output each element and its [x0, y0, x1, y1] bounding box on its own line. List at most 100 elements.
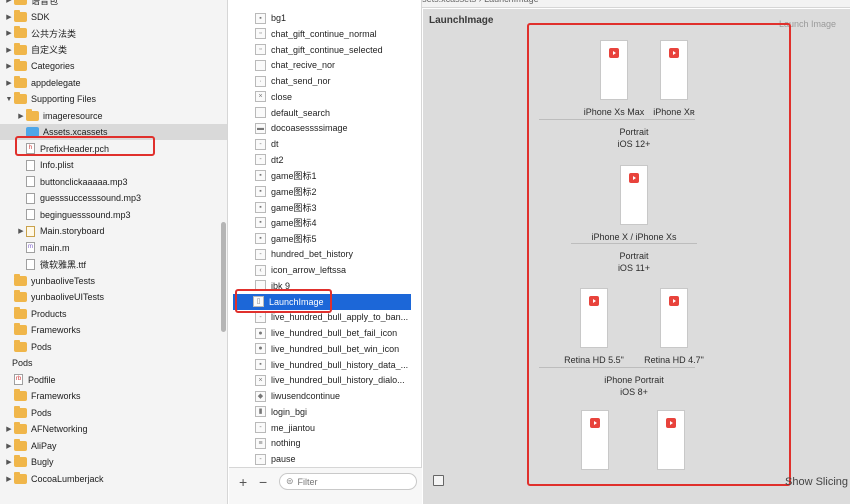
- asset-item[interactable]: ▫ chat_gift_continue_normal: [235, 26, 413, 42]
- asset-item-label: live_hundred_bull_bet_win_icon: [271, 343, 400, 354]
- slot-iphone-x[interactable]: iPhone X / iPhone Xs: [569, 165, 699, 242]
- asset-item[interactable]: ▬ docoasessssimage: [235, 120, 413, 136]
- launch-image-thumbnail[interactable]: [580, 288, 608, 348]
- disclosure-triangle-icon[interactable]: ▶: [16, 112, 26, 120]
- navigator-item[interactable]: ▶ Bugly: [0, 454, 227, 470]
- disclosure-triangle-icon[interactable]: ▼: [4, 96, 14, 103]
- launch-image-thumbnail[interactable]: [620, 165, 648, 225]
- slicing-toggle-icon[interactable]: [433, 475, 444, 486]
- slot-retina-hd-5-5[interactable]: Retina HD 5.5": [559, 288, 629, 365]
- folder-icon: [14, 42, 27, 55]
- asset-item[interactable]: - dt2: [235, 152, 413, 168]
- slot-retina-hd-4-7[interactable]: Retina HD 4.7": [637, 288, 711, 365]
- asset-item[interactable]: ▪ game图标4: [235, 215, 413, 231]
- show-slicing-button[interactable]: Show Slicing: [785, 476, 848, 488]
- navigator-item[interactable]: ▼ Supporting Files: [0, 91, 227, 107]
- navigator-item[interactable]: m main.m: [0, 240, 227, 256]
- asset-item[interactable]: ▮ login_bgi: [235, 404, 413, 420]
- asset-item[interactable]: - dt: [235, 136, 413, 152]
- asset-thumbnail-icon: ▪: [255, 12, 266, 24]
- navigator-item-label: CocoaLumberjack: [31, 473, 104, 484]
- asset-item[interactable]: ◆ liwusendcontinue: [235, 388, 413, 404]
- slot-launch-image-6[interactable]: [565, 410, 625, 470]
- slot-launch-image-7[interactable]: [641, 410, 701, 470]
- asset-item[interactable]: chat_recive_nor: [235, 57, 413, 73]
- asset-thumbnail-icon: ▮: [255, 406, 266, 418]
- asset-item[interactable]: ▪ game图标5: [235, 231, 413, 247]
- folder-icon: [14, 306, 27, 319]
- navigator-item[interactable]: yunbaoliveTests: [0, 273, 227, 289]
- filter-field[interactable]: ⊜: [279, 473, 417, 490]
- navigator-item[interactable]: ▶ imageresource: [0, 108, 227, 124]
- navigator-item[interactable]: guesssuccesssound.mp3: [0, 190, 227, 206]
- navigator-item[interactable]: ▶ 自定义类: [0, 42, 227, 58]
- disclosure-triangle-icon[interactable]: ▶: [16, 227, 26, 235]
- navigator-item[interactable]: Pods: [0, 339, 227, 355]
- asset-item[interactable]: ▪ game图标2: [235, 183, 413, 199]
- navigator-item[interactable]: Info.plist: [0, 157, 227, 173]
- asset-item-label: bg1: [271, 13, 287, 23]
- navigator-item[interactable]: ▶ Main.storyboard: [0, 223, 227, 239]
- disclosure-triangle-icon[interactable]: ▶: [4, 475, 14, 483]
- asset-item[interactable]: ▪ game图标3: [235, 199, 413, 215]
- navigator-item[interactable]: buttonclickaaaaa.mp3: [0, 174, 227, 190]
- navigator-item[interactable]: 微软雅黑.ttf: [0, 256, 227, 272]
- asset-item[interactable]: ‹ icon_arrow_leftssa: [235, 262, 413, 278]
- asset-item[interactable]: ● live_hundred_bull_bet_fail_icon: [235, 325, 413, 341]
- disclosure-triangle-icon[interactable]: ▶: [4, 13, 14, 21]
- add-asset-button[interactable]: +: [239, 474, 247, 490]
- navigator-item[interactable]: Frameworks: [0, 388, 227, 404]
- launch-image-thumbnail[interactable]: [600, 40, 628, 100]
- asset-item[interactable]: ▪ game图标1: [235, 168, 413, 184]
- disclosure-triangle-icon[interactable]: ▶: [4, 442, 14, 450]
- filter-input[interactable]: [297, 476, 398, 487]
- navigator-item[interactable]: ▶ 语音包: [0, 0, 227, 8]
- disclosure-triangle-icon[interactable]: ▶: [4, 46, 14, 54]
- remove-asset-button[interactable]: −: [259, 474, 267, 490]
- asset-item-label: live_hundred_bull_bet_fail_icon: [271, 328, 398, 338]
- slot-iphone-xr[interactable]: iPhone Xʀ: [639, 40, 709, 117]
- disclosure-triangle-icon[interactable]: ▶: [4, 29, 14, 37]
- navigator-item[interactable]: ▶ appdelegate: [0, 75, 227, 91]
- asset-item[interactable]: × live_hundred_bull_history_dialo...: [235, 372, 413, 388]
- disclosure-triangle-icon[interactable]: ▶: [4, 458, 14, 466]
- navigator-scrollbar[interactable]: [221, 222, 226, 332]
- navigator-item[interactable]: ▶ Categories: [0, 58, 227, 74]
- launch-image-thumbnail[interactable]: [657, 410, 685, 470]
- navigator-item[interactable]: Products: [0, 306, 227, 322]
- navigator-item[interactable]: ▶ 公共方法类: [0, 25, 227, 41]
- asset-item[interactable]: - pause: [235, 451, 413, 467]
- disclosure-triangle-icon[interactable]: ▶: [4, 0, 14, 4]
- disclosure-triangle-icon[interactable]: ▶: [4, 79, 14, 87]
- navigator-item[interactable]: ▶ CocoaLumberjack: [0, 471, 227, 487]
- navigator-item[interactable]: Frameworks: [0, 322, 227, 338]
- navigator-item[interactable]: rb Podfile: [0, 372, 227, 388]
- disclosure-triangle-icon[interactable]: ▶: [4, 425, 14, 433]
- asset-item[interactable]: ▫ chat_gift_continue_selected: [235, 42, 413, 58]
- disclosure-triangle-icon[interactable]: ▶: [4, 62, 14, 70]
- navigator-item[interactable]: ▶ AliPay: [0, 438, 227, 454]
- asset-item[interactable]: ▪ bg1: [235, 10, 413, 26]
- asset-item[interactable]: × close: [235, 89, 413, 105]
- asset-item[interactable]: · chat_send_nor: [235, 73, 413, 89]
- asset-item[interactable]: - hundred_bet_history: [235, 246, 413, 262]
- navigator-item[interactable]: ▶ SDK: [0, 9, 227, 25]
- navigator-item[interactable]: Pods: [0, 405, 227, 421]
- asset-item[interactable]: ≡ nothing: [235, 435, 413, 451]
- navigator-item[interactable]: Pods: [0, 355, 227, 371]
- navigator-item[interactable]: beginguesssound.mp3: [0, 207, 227, 223]
- group-divider: [539, 119, 695, 120]
- asset-thumbnail-icon: ▪: [255, 185, 266, 197]
- navigator-item-label: appdelegate: [31, 77, 81, 88]
- asset-item[interactable]: default_search: [235, 105, 413, 121]
- asset-item[interactable]: ● live_hundred_bull_bet_win_icon: [235, 341, 413, 357]
- file-icon: [26, 159, 35, 171]
- asset-item[interactable]: ▪ live_hundred_bull_history_data_...: [235, 357, 413, 373]
- launch-image-thumbnail[interactable]: [660, 40, 688, 100]
- asset-item[interactable]: - me_jiantou: [235, 420, 413, 436]
- navigator-item[interactable]: ▶ AFNetworking: [0, 421, 227, 437]
- navigator-item[interactable]: yunbaoliveUITests: [0, 289, 227, 305]
- launch-image-thumbnail[interactable]: [581, 410, 609, 470]
- launch-image-thumbnail[interactable]: [660, 288, 688, 348]
- folder-icon: [14, 9, 27, 22]
